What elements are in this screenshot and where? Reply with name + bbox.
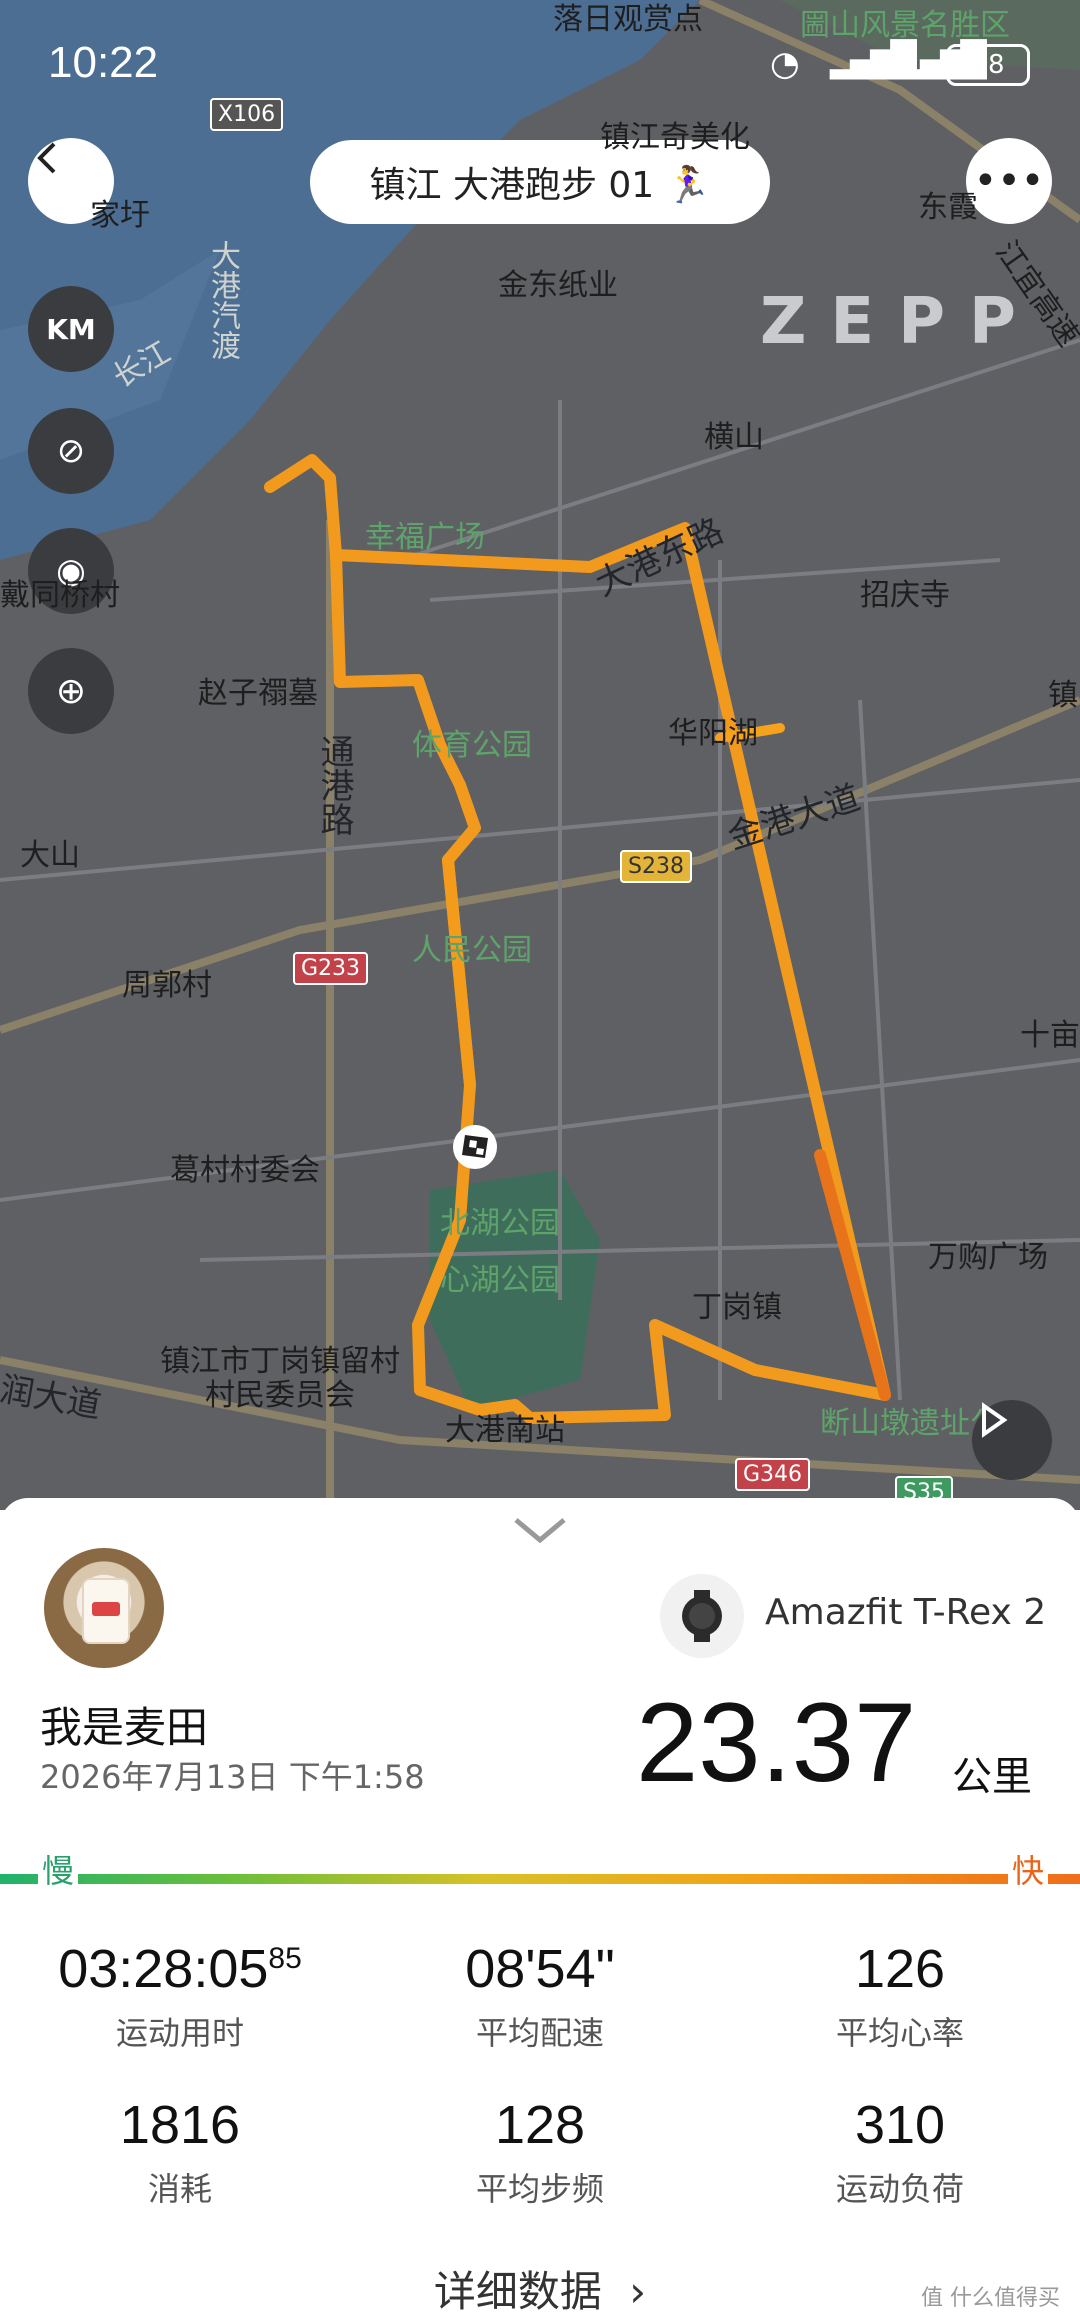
map-label: 万购广场 bbox=[928, 1240, 1048, 1275]
activity-datetime: 2026年7月13日 下午1:58 bbox=[40, 1758, 425, 1796]
road-shield-g346: G346 bbox=[735, 1458, 811, 1491]
chevron-right-icon: › bbox=[629, 2267, 647, 2316]
status-time: 10:22 bbox=[48, 38, 159, 87]
map-label: 幸福广场 bbox=[365, 520, 485, 555]
route-off-icon: ⊘ bbox=[56, 431, 86, 471]
pace-gradient-bar bbox=[0, 1874, 1080, 1884]
map-label: 心湖公园 bbox=[440, 1263, 560, 1298]
footer-watermark: 值 什么值得买 bbox=[921, 2286, 1060, 2311]
locate-button[interactable]: ⊕ bbox=[28, 648, 114, 734]
stat-cadence: 128 平均步频 bbox=[370, 2094, 710, 2210]
stat-value: 03:28:05 bbox=[58, 1939, 269, 1999]
stat-label: 运动用时 bbox=[115, 2014, 244, 2052]
slow-label: 慢 bbox=[38, 1846, 79, 1892]
signal-icon: ▂▄▆█ bbox=[830, 40, 917, 80]
map-label: 金东纸业 bbox=[498, 268, 618, 303]
zepp-watermark: ZEPP bbox=[760, 285, 1040, 359]
stat-heart-rate: 126 平均心率 bbox=[730, 1938, 1070, 2054]
map-label: 戴同桥村 bbox=[0, 578, 120, 613]
stat-value-fraction: 85 bbox=[268, 1942, 302, 1975]
map-label: 招庆寺 bbox=[860, 578, 950, 613]
distance-unit: 公里 bbox=[952, 1754, 1032, 1800]
stat-value: 128 bbox=[494, 2095, 586, 2155]
km-marker-icon: KM bbox=[46, 312, 96, 346]
fast-label: 快 bbox=[1008, 1846, 1049, 1892]
stat-label: 平均心率 bbox=[835, 2014, 964, 2052]
map-label: 体育公园 bbox=[412, 728, 532, 763]
stat-duration: 03:28:0585 运动用时 bbox=[10, 1938, 350, 2054]
map-label: 通港路 bbox=[314, 734, 354, 836]
stat-value: 1816 bbox=[119, 2095, 241, 2155]
wifi-icon: ◔ bbox=[770, 44, 800, 84]
stat-value: 08'54" bbox=[465, 1939, 615, 1999]
watch-icon bbox=[660, 1574, 744, 1658]
distance-value: 23.37 bbox=[636, 1680, 917, 1805]
stat-label: 平均配速 bbox=[475, 2014, 604, 2052]
detail-data-label: 详细数据 bbox=[433, 2267, 602, 2316]
map-label: 十亩 bbox=[1020, 1018, 1080, 1053]
map-label: 北湖公园 bbox=[440, 1206, 560, 1241]
username: 我是麦田 bbox=[40, 1703, 209, 1752]
detail-data-button[interactable]: 详细数据 › bbox=[0, 2258, 1080, 2319]
map-label: 镇江市丁岗镇留村村民委员会 bbox=[160, 1344, 400, 1413]
map-label: 人民公园 bbox=[412, 933, 532, 968]
locate-icon: ⊕ bbox=[55, 670, 87, 712]
km-toggle-button[interactable]: KM bbox=[28, 286, 114, 372]
map-label: 圌山风景名胜区 bbox=[800, 8, 1010, 43]
map-label: 东霞 bbox=[918, 190, 978, 225]
stat-training-load: 310 运动负荷 bbox=[730, 2094, 1070, 2210]
hide-route-button[interactable]: ⊘ bbox=[28, 408, 114, 494]
map-label: 丁岗镇 bbox=[692, 1290, 782, 1325]
more-button[interactable]: ••• bbox=[966, 138, 1052, 224]
stat-label: 消耗 bbox=[147, 2170, 212, 2208]
road-shield-x106: X106 bbox=[210, 98, 284, 131]
map-label: 大港南站 bbox=[445, 1413, 565, 1448]
map-label: 葛村村委会 bbox=[170, 1153, 320, 1188]
summary-panel: Amazfit T-Rex 2 我是麦田 2026年7月13日 下午1:58 2… bbox=[0, 1498, 1080, 2324]
map-label: 落日观赏点 bbox=[553, 2, 703, 37]
stat-label: 运动负荷 bbox=[835, 2170, 964, 2208]
stat-label: 平均步频 bbox=[475, 2170, 604, 2208]
back-arrow-icon bbox=[37, 142, 56, 174]
map-label: 镇江奇美化 bbox=[600, 120, 750, 155]
more-icon: ••• bbox=[973, 158, 1045, 204]
map-label: 家圩 bbox=[90, 198, 150, 233]
stat-pace: 08'54" 平均配速 bbox=[370, 1938, 710, 2054]
stat-calories: 1816 消耗 bbox=[10, 2094, 350, 2210]
battery-level: 58 bbox=[946, 44, 1030, 86]
map-label: 赵子禤墓 bbox=[198, 676, 318, 711]
stat-value: 310 bbox=[854, 2095, 946, 2155]
road-shield-s238: S238 bbox=[620, 850, 692, 883]
play-icon bbox=[982, 1402, 1008, 1438]
collapse-chevron-icon[interactable] bbox=[510, 1510, 570, 1550]
map-label: 周郭村 bbox=[122, 968, 212, 1003]
map-label: 镇三 bbox=[1048, 678, 1080, 713]
map-label: 华阳湖 bbox=[668, 716, 758, 751]
device-name: Amazfit T-Rex 2 bbox=[765, 1592, 1047, 1633]
map-label: 大山 bbox=[20, 838, 80, 873]
avatar[interactable] bbox=[44, 1548, 164, 1668]
stat-value: 126 bbox=[854, 1939, 946, 1999]
map-label: 横山 bbox=[704, 420, 764, 455]
map-label: 大港汽渡 bbox=[205, 240, 240, 360]
route-map[interactable]: 10:22 ◔ ▂▄▆█ ▂▄▆█ 58 镇江 大港跑步 01 🏃‍♀️ •••… bbox=[0, 0, 1080, 1510]
play-replay-button[interactable] bbox=[972, 1400, 1052, 1480]
road-shield-g233: G233 bbox=[293, 952, 369, 985]
